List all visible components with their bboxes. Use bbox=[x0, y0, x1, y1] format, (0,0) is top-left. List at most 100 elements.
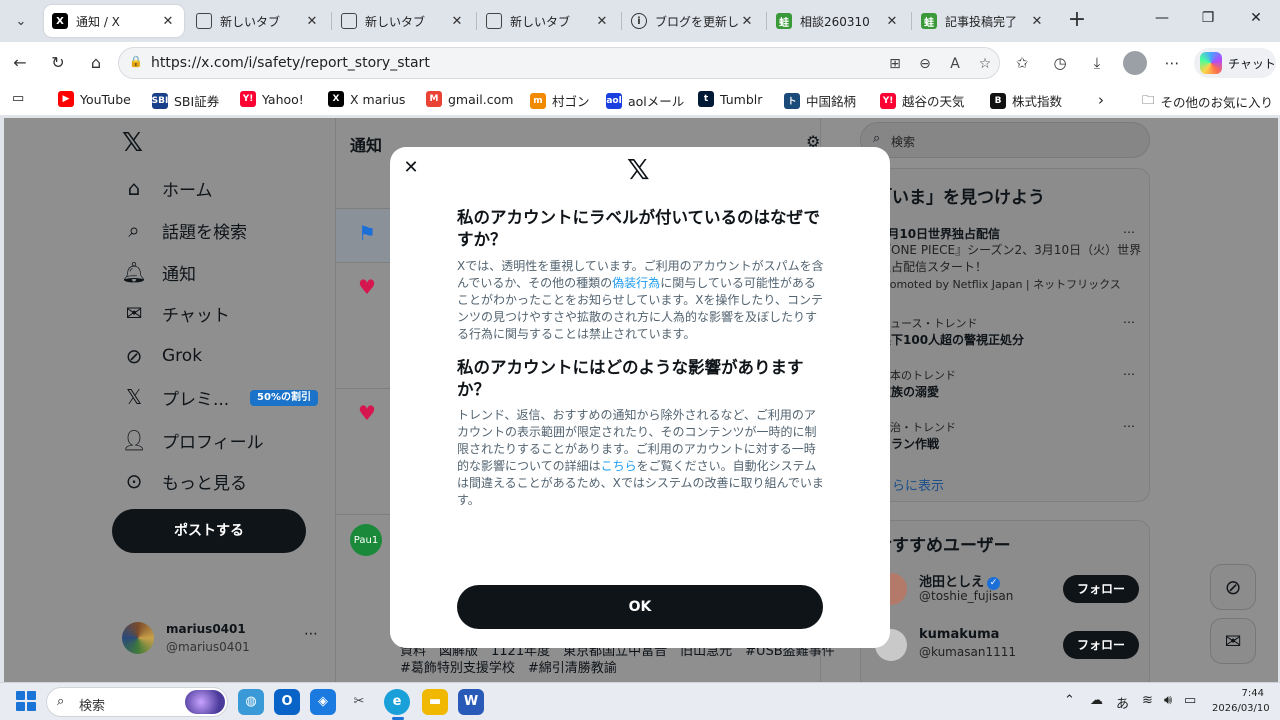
battery-icon[interactable]: ▭ bbox=[1184, 693, 1196, 708]
tab-blog[interactable]: i ブログを更新しま ✕ bbox=[623, 5, 763, 37]
bookmark-china-stocks[interactable]: ト中国銘柄 bbox=[784, 91, 856, 110]
close-icon[interactable]: ✕ bbox=[400, 157, 422, 179]
tab-consult[interactable]: 蛙 相談260310 ✕ bbox=[768, 5, 908, 37]
trend-item[interactable]: ニュース・トレンド 県下100人超の警視正処分 ⋯ bbox=[879, 315, 1143, 348]
read-aloud-icon[interactable]: A bbox=[945, 54, 965, 74]
snipping-tool-icon[interactable]: ✂ bbox=[346, 689, 372, 715]
copilot-icon bbox=[1200, 52, 1222, 74]
bookmark-yahoo[interactable]: Y! Yahoo! bbox=[240, 91, 304, 107]
minimize-window-button[interactable]: — bbox=[1150, 10, 1174, 32]
search-input[interactable]: ⌕ 検索 bbox=[860, 122, 1150, 158]
more-icon[interactable]: ⋯ bbox=[1123, 419, 1135, 433]
nav-grok[interactable]: ⊘ Grok bbox=[122, 340, 202, 372]
more-icon[interactable]: ⋯ bbox=[304, 626, 318, 642]
ime-indicator[interactable]: あ bbox=[1116, 693, 1129, 712]
bookmark-aol[interactable]: aol aolメール bbox=[606, 91, 684, 110]
close-tab-icon[interactable]: ✕ bbox=[449, 14, 465, 29]
messages-fab-button[interactable]: ✉ bbox=[1210, 618, 1256, 664]
store-icon[interactable]: ◈ bbox=[310, 689, 336, 715]
close-tab-icon[interactable]: ✕ bbox=[160, 14, 176, 29]
copilot-chat-button[interactable]: チャット bbox=[1194, 48, 1276, 78]
trend-item[interactable]: 3月10日世界独占配信 『ONE PIECE』シーズン2、3月10日（火）世界独… bbox=[879, 225, 1143, 292]
bookmark-x-marius[interactable]: XX marius bbox=[328, 91, 405, 107]
address-bar[interactable]: 🔒 https://x.com/i/safety/report_story_st… bbox=[118, 47, 1000, 79]
more-icon[interactable]: ⋯ bbox=[1123, 315, 1135, 329]
back-button[interactable]: ← bbox=[8, 51, 32, 75]
nav-explore[interactable]: ⌕ 話題を検索 bbox=[122, 214, 247, 246]
new-tab-button[interactable]: + bbox=[1064, 8, 1090, 34]
nav-profile[interactable]: 👤︎ プロフィール bbox=[121, 424, 263, 456]
tab-notifications-x[interactable]: X 通知 / X ✕ bbox=[44, 5, 184, 37]
app-available-icon[interactable]: ⊞ bbox=[885, 54, 905, 74]
url-text[interactable]: https://x.com/i/safety/report_story_star… bbox=[151, 55, 430, 71]
close-tab-icon[interactable]: ✕ bbox=[739, 14, 755, 29]
volume-icon[interactable]: 🔊︎ bbox=[1164, 693, 1172, 708]
bookmark-tumblr[interactable]: t Tumblr bbox=[698, 91, 762, 107]
follow-button[interactable]: フォロー bbox=[1063, 575, 1139, 603]
bookmark-youtube[interactable]: ▶ YouTube bbox=[58, 91, 131, 107]
bookmark-koshigaya-weather[interactable]: Y! 越谷の天気 bbox=[880, 91, 965, 110]
favorites-bar-toggle[interactable]: ▭ bbox=[12, 91, 24, 106]
chevron-up-icon[interactable]: ⌃ bbox=[1064, 693, 1075, 708]
tab-new-2[interactable]: 新しいタブ ✕ bbox=[333, 5, 473, 37]
close-tab-icon[interactable]: ✕ bbox=[1029, 14, 1045, 29]
other-favorites[interactable]: 🗀 その他のお気に入り bbox=[1142, 91, 1273, 112]
user-handle: @toshie_fujisan bbox=[919, 589, 1014, 603]
more-icon[interactable]: ⋯ bbox=[1123, 367, 1135, 381]
favorite-star-icon[interactable]: ☆ bbox=[975, 54, 995, 74]
profile-avatar[interactable] bbox=[1123, 51, 1147, 75]
user-suggestion[interactable]: kumakuma @kumasan1111 フォロー bbox=[875, 623, 1145, 667]
tab-article-posted[interactable]: 蛙 記事投稿完了 ✕ bbox=[913, 5, 1053, 37]
word-icon[interactable]: W bbox=[458, 689, 484, 715]
bookmark-gmail[interactable]: Mgmail.com bbox=[426, 91, 513, 107]
grok-fab-button[interactable]: ⊘ bbox=[1210, 564, 1256, 610]
tab-new-1[interactable]: 新しいタブ ✕ bbox=[188, 5, 328, 37]
restore-window-button[interactable]: ❐ bbox=[1196, 10, 1220, 32]
avatar[interactable]: Pau1 bbox=[350, 524, 382, 556]
account-switcher[interactable]: marius0401 @marius0401 ⋯ bbox=[122, 618, 322, 658]
close-tab-icon[interactable]: ✕ bbox=[884, 14, 900, 29]
close-tab-icon[interactable]: ✕ bbox=[304, 14, 320, 29]
trend-item[interactable]: 日本のトレンド 家族の溺愛 ⋯ bbox=[879, 367, 1143, 400]
tab-new-3[interactable]: 新しいタブ ✕ bbox=[478, 5, 618, 37]
file-explorer-icon[interactable]: ▬ bbox=[422, 689, 448, 715]
nav-notifications[interactable]: 🔔︎ 通知 bbox=[121, 256, 196, 288]
download-icon[interactable]: ⤓ bbox=[1085, 52, 1109, 74]
settings-more-icon[interactable]: ⋯ bbox=[1160, 52, 1184, 74]
nav-chat[interactable]: ✉ チャット bbox=[122, 297, 230, 329]
tab-actions-menu-button[interactable]: ⌄ bbox=[6, 7, 36, 35]
wifi-icon[interactable]: ≋ bbox=[1142, 693, 1153, 708]
follow-button[interactable]: フォロー bbox=[1063, 631, 1139, 659]
refresh-button[interactable]: ↻ bbox=[46, 51, 70, 75]
x-logo-icon[interactable]: 𝕏 bbox=[122, 128, 143, 158]
trend-item[interactable]: 政治・トレンド イラン作戦 ⋯ bbox=[879, 419, 1143, 452]
history-icon[interactable]: ◷ bbox=[1048, 52, 1072, 74]
learn-more-link[interactable]: こちら bbox=[601, 459, 637, 473]
start-button[interactable] bbox=[16, 691, 36, 711]
system-clock[interactable]: 7:44 2026/03/10 bbox=[1212, 686, 1270, 716]
nav-more[interactable]: ⊙ もっと見る bbox=[122, 465, 247, 497]
more-icon[interactable]: ⋯ bbox=[1123, 225, 1135, 239]
more-bookmarks-chevron[interactable]: › bbox=[1098, 91, 1104, 109]
user-suggestion[interactable]: 池田としえ ✓ @toshie_fujisan フォロー bbox=[875, 567, 1145, 611]
post-button[interactable]: ポストする bbox=[112, 509, 306, 553]
outlook-icon[interactable]: O bbox=[274, 689, 300, 715]
bookmark-muragon[interactable]: m 村ゴン bbox=[530, 91, 590, 110]
nav-premium[interactable]: 𝕏 プレミ... bbox=[122, 381, 229, 413]
cloud-icon[interactable]: ☁ bbox=[1090, 693, 1103, 708]
platform-manipulation-link[interactable]: 偽装行為 bbox=[612, 276, 660, 290]
favorites-icon[interactable]: ✩ bbox=[1010, 52, 1034, 74]
edge-icon[interactable]: e bbox=[384, 689, 410, 715]
bookmark-sbi[interactable]: SBI SBI証券 bbox=[152, 91, 219, 110]
close-window-button[interactable]: ✕ bbox=[1244, 10, 1268, 32]
tweet-hashtags[interactable]: #葛飾特別支援学校 #綿引清勝教諭 bbox=[400, 657, 617, 676]
close-tab-icon[interactable]: ✕ bbox=[594, 14, 610, 29]
bookmark-stock-index[interactable]: B 株式指数 bbox=[990, 91, 1062, 110]
widgets-icon[interactable]: ◍ bbox=[238, 689, 264, 715]
home-button[interactable]: ⌂ bbox=[84, 51, 108, 75]
zoom-icon[interactable]: ⊖ bbox=[915, 54, 935, 74]
nav-home[interactable]: ⌂ ホーム bbox=[122, 172, 213, 204]
b-icon: B bbox=[990, 92, 1006, 109]
ok-button[interactable]: OK bbox=[457, 585, 823, 629]
taskbar-search[interactable]: ⌕ 検索 bbox=[46, 687, 228, 717]
